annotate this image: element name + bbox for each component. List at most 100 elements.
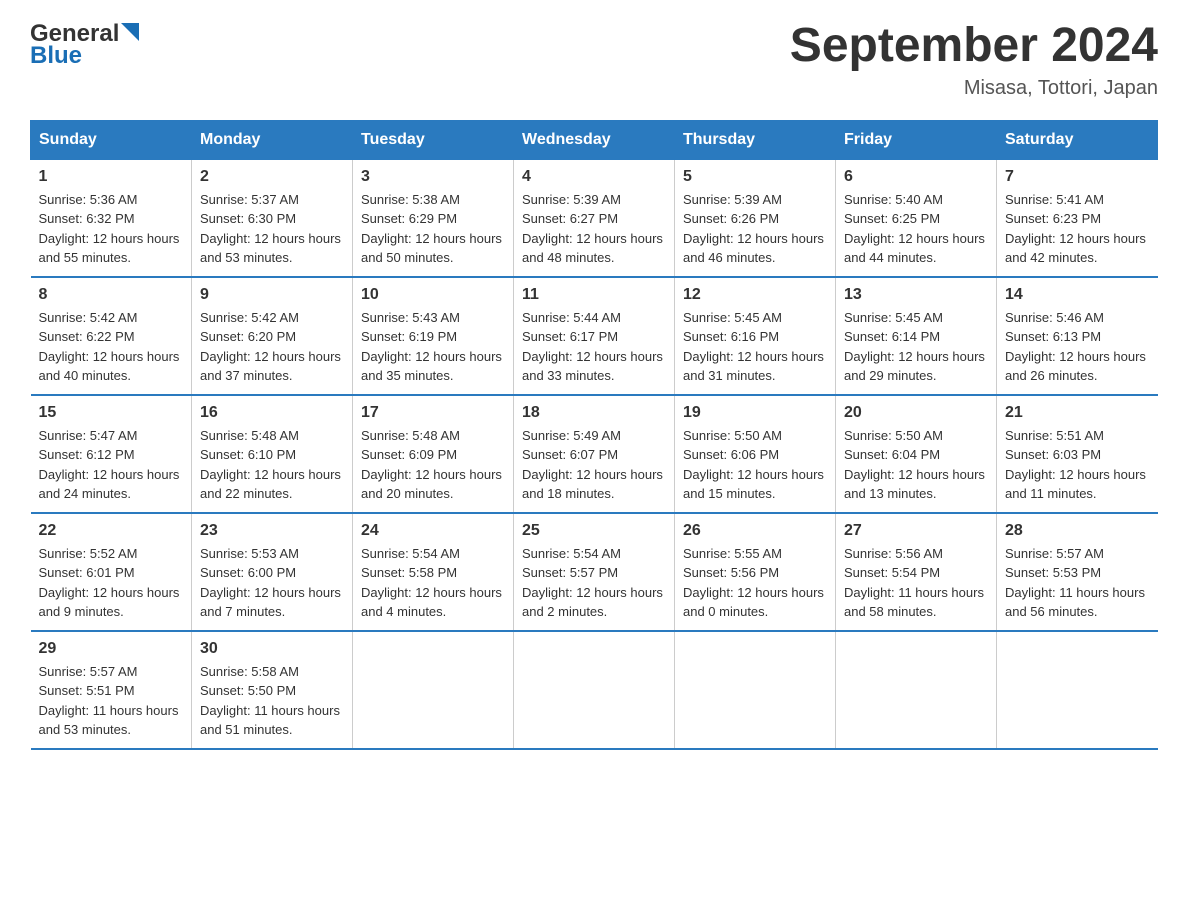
calendar-cell: 5 Sunrise: 5:39 AMSunset: 6:26 PMDayligh… [675,159,836,277]
day-number: 29 [39,640,184,658]
calendar-cell: 4 Sunrise: 5:39 AMSunset: 6:27 PMDayligh… [514,159,675,277]
day-number: 20 [844,404,988,422]
calendar-cell: 29 Sunrise: 5:57 AMSunset: 5:51 PMDaylig… [31,631,192,749]
day-number: 14 [1005,286,1150,304]
day-number: 23 [200,522,344,540]
header-tuesday: Tuesday [353,120,514,159]
day-info: Sunrise: 5:53 AMSunset: 6:00 PMDaylight:… [200,544,344,622]
header-sunday: Sunday [31,120,192,159]
day-info: Sunrise: 5:42 AMSunset: 6:22 PMDaylight:… [39,308,184,386]
day-number: 5 [683,168,827,186]
day-number: 4 [522,168,666,186]
day-info: Sunrise: 5:37 AMSunset: 6:30 PMDaylight:… [200,190,344,268]
week-row-2: 8 Sunrise: 5:42 AMSunset: 6:22 PMDayligh… [31,277,1158,395]
logo-triangle-icon [121,23,139,41]
calendar-cell: 30 Sunrise: 5:58 AMSunset: 5:50 PMDaylig… [192,631,353,749]
day-info: Sunrise: 5:50 AMSunset: 6:04 PMDaylight:… [844,426,988,504]
location: Misasa, Tottori, Japan [790,77,1158,100]
calendar-cell: 10 Sunrise: 5:43 AMSunset: 6:19 PMDaylig… [353,277,514,395]
day-number: 11 [522,286,666,304]
day-info: Sunrise: 5:45 AMSunset: 6:16 PMDaylight:… [683,308,827,386]
calendar-cell [997,631,1158,749]
day-info: Sunrise: 5:42 AMSunset: 6:20 PMDaylight:… [200,308,344,386]
day-number: 19 [683,404,827,422]
day-info: Sunrise: 5:36 AMSunset: 6:32 PMDaylight:… [39,190,184,268]
day-number: 1 [39,168,184,186]
day-number: 3 [361,168,505,186]
logo: General Blue [30,20,139,70]
day-info: Sunrise: 5:43 AMSunset: 6:19 PMDaylight:… [361,308,505,386]
day-info: Sunrise: 5:39 AMSunset: 6:27 PMDaylight:… [522,190,666,268]
day-info: Sunrise: 5:44 AMSunset: 6:17 PMDaylight:… [522,308,666,386]
day-info: Sunrise: 5:39 AMSunset: 6:26 PMDaylight:… [683,190,827,268]
day-number: 9 [200,286,344,304]
calendar-cell: 2 Sunrise: 5:37 AMSunset: 6:30 PMDayligh… [192,159,353,277]
day-info: Sunrise: 5:48 AMSunset: 6:09 PMDaylight:… [361,426,505,504]
calendar-cell: 22 Sunrise: 5:52 AMSunset: 6:01 PMDaylig… [31,513,192,631]
calendar-cell: 8 Sunrise: 5:42 AMSunset: 6:22 PMDayligh… [31,277,192,395]
day-number: 21 [1005,404,1150,422]
day-number: 25 [522,522,666,540]
calendar-cell: 18 Sunrise: 5:49 AMSunset: 6:07 PMDaylig… [514,395,675,513]
day-number: 7 [1005,168,1150,186]
day-number: 22 [39,522,184,540]
day-info: Sunrise: 5:56 AMSunset: 5:54 PMDaylight:… [844,544,988,622]
title-section: September 2024 Misasa, Tottori, Japan [790,20,1158,100]
calendar-cell: 23 Sunrise: 5:53 AMSunset: 6:00 PMDaylig… [192,513,353,631]
calendar-cell: 3 Sunrise: 5:38 AMSunset: 6:29 PMDayligh… [353,159,514,277]
calendar-cell: 12 Sunrise: 5:45 AMSunset: 6:16 PMDaylig… [675,277,836,395]
calendar-cell [353,631,514,749]
day-number: 12 [683,286,827,304]
page-header: General Blue September 2024 Misasa, Tott… [30,20,1158,100]
day-info: Sunrise: 5:46 AMSunset: 6:13 PMDaylight:… [1005,308,1150,386]
day-info: Sunrise: 5:57 AMSunset: 5:53 PMDaylight:… [1005,544,1150,622]
month-title: September 2024 [790,20,1158,73]
day-info: Sunrise: 5:51 AMSunset: 6:03 PMDaylight:… [1005,426,1150,504]
calendar-cell: 25 Sunrise: 5:54 AMSunset: 5:57 PMDaylig… [514,513,675,631]
day-info: Sunrise: 5:49 AMSunset: 6:07 PMDaylight:… [522,426,666,504]
week-row-4: 22 Sunrise: 5:52 AMSunset: 6:01 PMDaylig… [31,513,1158,631]
calendar-cell: 27 Sunrise: 5:56 AMSunset: 5:54 PMDaylig… [836,513,997,631]
day-info: Sunrise: 5:55 AMSunset: 5:56 PMDaylight:… [683,544,827,622]
calendar-table: SundayMondayTuesdayWednesdayThursdayFrid… [30,120,1158,750]
calendar-cell: 13 Sunrise: 5:45 AMSunset: 6:14 PMDaylig… [836,277,997,395]
day-info: Sunrise: 5:47 AMSunset: 6:12 PMDaylight:… [39,426,184,504]
day-number: 30 [200,640,344,658]
calendar-cell: 20 Sunrise: 5:50 AMSunset: 6:04 PMDaylig… [836,395,997,513]
calendar-cell: 11 Sunrise: 5:44 AMSunset: 6:17 PMDaylig… [514,277,675,395]
week-row-1: 1 Sunrise: 5:36 AMSunset: 6:32 PMDayligh… [31,159,1158,277]
calendar-cell [514,631,675,749]
day-info: Sunrise: 5:58 AMSunset: 5:50 PMDaylight:… [200,662,344,740]
day-number: 26 [683,522,827,540]
day-info: Sunrise: 5:57 AMSunset: 5:51 PMDaylight:… [39,662,184,740]
day-number: 28 [1005,522,1150,540]
day-number: 13 [844,286,988,304]
day-info: Sunrise: 5:50 AMSunset: 6:06 PMDaylight:… [683,426,827,504]
day-info: Sunrise: 5:40 AMSunset: 6:25 PMDaylight:… [844,190,988,268]
calendar-cell [836,631,997,749]
day-number: 27 [844,522,988,540]
calendar-cell: 6 Sunrise: 5:40 AMSunset: 6:25 PMDayligh… [836,159,997,277]
header-wednesday: Wednesday [514,120,675,159]
day-number: 15 [39,404,184,422]
day-number: 8 [39,286,184,304]
day-number: 17 [361,404,505,422]
header-friday: Friday [836,120,997,159]
calendar-cell: 26 Sunrise: 5:55 AMSunset: 5:56 PMDaylig… [675,513,836,631]
calendar-cell: 15 Sunrise: 5:47 AMSunset: 6:12 PMDaylig… [31,395,192,513]
calendar-cell: 19 Sunrise: 5:50 AMSunset: 6:06 PMDaylig… [675,395,836,513]
calendar-cell: 1 Sunrise: 5:36 AMSunset: 6:32 PMDayligh… [31,159,192,277]
day-info: Sunrise: 5:38 AMSunset: 6:29 PMDaylight:… [361,190,505,268]
week-row-3: 15 Sunrise: 5:47 AMSunset: 6:12 PMDaylig… [31,395,1158,513]
day-info: Sunrise: 5:48 AMSunset: 6:10 PMDaylight:… [200,426,344,504]
calendar-header-row: SundayMondayTuesdayWednesdayThursdayFrid… [31,120,1158,159]
day-info: Sunrise: 5:52 AMSunset: 6:01 PMDaylight:… [39,544,184,622]
day-number: 24 [361,522,505,540]
day-number: 2 [200,168,344,186]
day-number: 10 [361,286,505,304]
header-monday: Monday [192,120,353,159]
header-thursday: Thursday [675,120,836,159]
calendar-cell: 14 Sunrise: 5:46 AMSunset: 6:13 PMDaylig… [997,277,1158,395]
day-number: 6 [844,168,988,186]
day-info: Sunrise: 5:45 AMSunset: 6:14 PMDaylight:… [844,308,988,386]
